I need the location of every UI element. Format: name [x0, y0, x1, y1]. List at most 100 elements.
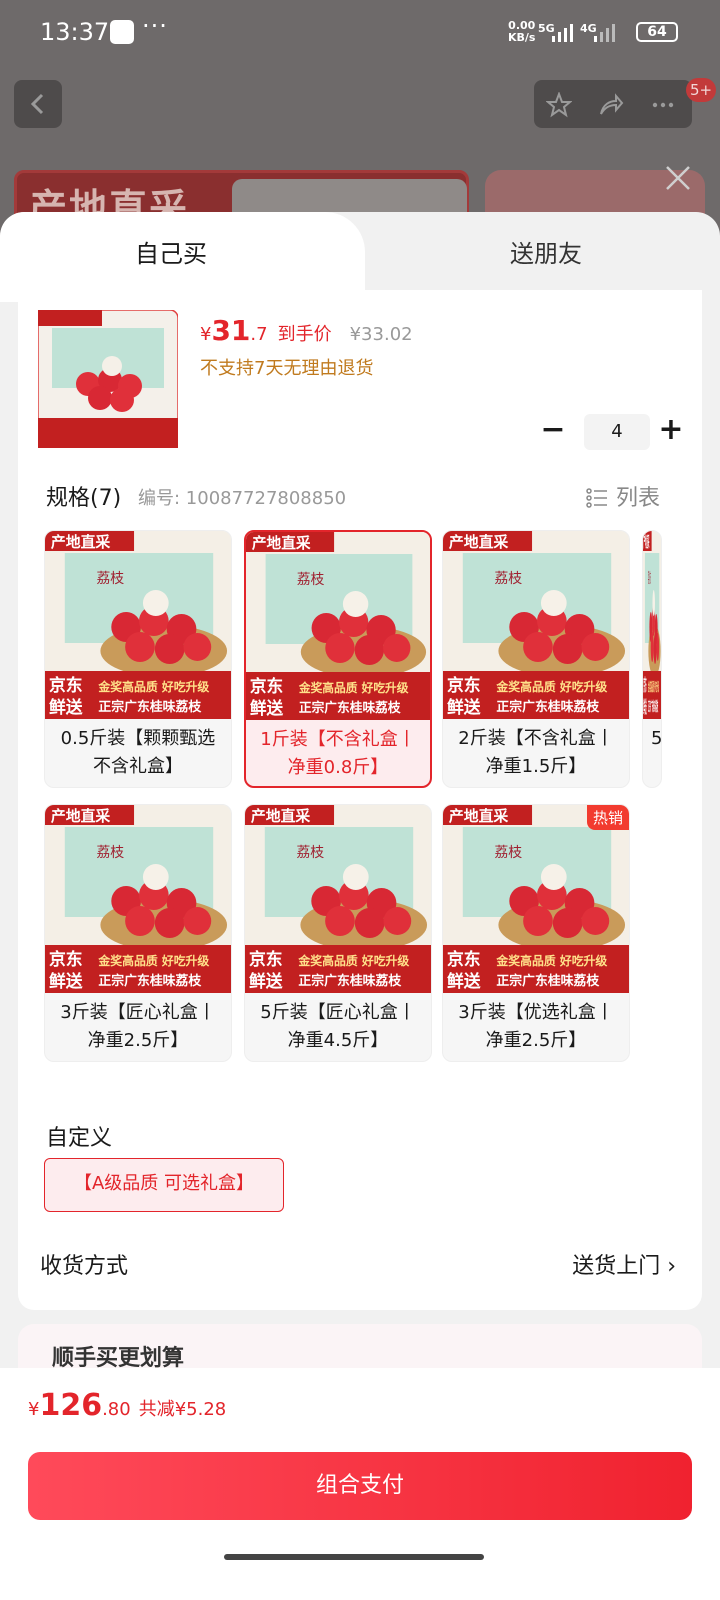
svg-text:金奖高品质 好吃升级: 金奖高品质 好吃升级 — [648, 680, 659, 695]
tab-bar: 自己买 送朋友 — [0, 212, 720, 302]
shipping-label: 收货方式 — [40, 1254, 129, 1279]
spec-option[interactable]: 产地直采荔枝京东 鲜送 金奖高品质 好吃升级 正宗广东桂味荔枝 3斤装【优选礼盒丨净重2… — [442, 804, 630, 1062]
spec-option-label: 0.5斤装【颗颗甄选 不含礼盒】 — [60, 728, 216, 777]
spec-option[interactable]: 产地直采荔枝京东 鲜送 金奖高品质 好吃升级 正宗广东桂味荔枝 0.5斤装【颗颗甄选 不… — [44, 530, 232, 788]
svg-text:金奖高品质 好吃升级: 金奖高品质 好吃升级 — [495, 680, 607, 694]
svg-text:鲜送: 鲜送 — [447, 697, 481, 717]
status-time: 13:37 — [40, 18, 110, 46]
checkout-footer: ¥126.80 共减¥5.28 组合支付 — [0, 1368, 720, 1600]
svg-text:荔枝: 荔枝 — [296, 845, 324, 861]
spec-title: 规格(7) — [46, 486, 122, 511]
svg-text:京东: 京东 — [250, 676, 283, 696]
svg-text:荔枝: 荔枝 — [96, 571, 124, 587]
svg-text:正宗广东桂味荔枝: 正宗广东桂味荔枝 — [299, 700, 401, 716]
svg-text:京东: 京东 — [49, 949, 83, 969]
custom-option-chip[interactable]: 【A级品质 可选礼盒】 — [44, 1158, 284, 1212]
svg-text:正宗广东桂味荔枝: 正宗广东桂味荔枝 — [98, 699, 202, 715]
recorder-icon — [110, 20, 134, 44]
home-indicator[interactable] — [224, 1554, 484, 1560]
svg-text:鲜送: 鲜送 — [250, 698, 283, 718]
svg-text:京东: 京东 — [447, 949, 481, 969]
svg-text:荔枝: 荔枝 — [96, 845, 124, 861]
product-image: 产地直采荔枝京东鲜送金奖高品质 好吃升级正宗广东桂味荔枝 — [643, 531, 661, 719]
status-more-icon: ··· — [142, 12, 168, 40]
svg-text:产地直采: 产地直采 — [449, 807, 508, 825]
price-label: 到手价 — [277, 324, 332, 345]
spec-option-label: 5 — [651, 728, 662, 749]
product-image: 产地直采荔枝京东鲜送金奖高品质 好吃升级正宗广东桂味荔枝 — [443, 805, 629, 993]
svg-text:鲜送: 鲜送 — [49, 971, 83, 991]
svg-text:鲜送: 鲜送 — [447, 971, 481, 991]
net-speed: 0.00 KB/s — [508, 19, 536, 44]
svg-text:正宗广东桂味荔枝: 正宗广东桂味荔枝 — [98, 973, 202, 989]
battery-icon: 64 — [636, 22, 678, 42]
signal-icon-2 — [594, 24, 615, 42]
svg-text:京东: 京东 — [249, 949, 283, 969]
spec-option-label: 2斤装【不含礼盒丨净重1.5斤】 — [458, 728, 614, 777]
hot-badge: 热销 — [586, 805, 629, 830]
list-icon — [586, 488, 607, 508]
spec-option[interactable]: 产地直采荔枝京东 鲜送 金奖高品质 好吃升级 正宗广东桂味荔枝 3斤装【匠心礼盒丨净重2… — [44, 804, 232, 1062]
decrease-button[interactable]: − — [538, 414, 568, 450]
product-thumbnail — [38, 310, 178, 448]
increase-button[interactable]: + — [656, 414, 686, 450]
svg-text:金奖高品质 好吃升级: 金奖高品质 好吃升级 — [97, 680, 209, 694]
original-price: ¥33.02 — [349, 324, 413, 345]
more-badge: 5+ — [686, 78, 717, 102]
svg-text:正宗广东桂味荔枝: 正宗广东桂味荔枝 — [496, 973, 600, 989]
svg-text:金奖高品质 好吃升级: 金奖高品质 好吃升级 — [495, 954, 607, 968]
svg-text:荔枝: 荔枝 — [494, 845, 522, 861]
return-policy-note: 不支持7天无理由退货 — [200, 358, 374, 379]
svg-text:京东: 京东 — [49, 675, 83, 695]
spec-option[interactable]: 产地直采 荔枝 京东 鲜送 金奖高品质 好吃升级 正宗广东桂味荔枝 5 — [642, 530, 662, 788]
spec-option[interactable]: 产地直采荔枝京东 鲜送 金奖高品质 好吃升级 正宗广东桂味荔枝 5斤装【匠心礼盒丨净重4… — [244, 804, 432, 1062]
spec-option[interactable]: 产地直采 荔枝 京东 鲜送 金奖高品质 好吃升级 正宗广东桂味荔枝 2斤装【不含礼盒丨净重1… — [442, 530, 630, 788]
product-image: 产地直采荔枝京东鲜送金奖高品质 好吃升级正宗广东桂味荔枝 — [246, 532, 430, 720]
svg-text:金奖高品质 好吃升级: 金奖高品质 好吃升级 — [298, 681, 409, 695]
svg-text:京东: 京东 — [643, 674, 646, 695]
saving-text: 共减¥5.28 — [138, 1399, 227, 1420]
product-image: 产地直采荔枝京东鲜送金奖高品质 好吃升级正宗广东桂味荔枝 — [45, 531, 231, 719]
star-icon[interactable] — [546, 92, 572, 118]
product-code: 编号: 10087727808850 — [138, 488, 347, 509]
svg-text:鲜送: 鲜送 — [249, 971, 283, 991]
tab-friend[interactable]: 送朋友 — [510, 234, 582, 269]
svg-text:正宗广东桂味荔枝: 正宗广东桂味荔枝 — [298, 973, 402, 989]
header-actions — [534, 80, 692, 128]
options-card: ¥31.7 到手价 ¥33.02 不支持7天无理由退货 − 4 + 规格(7) 编号… — [18, 290, 702, 1310]
tab-self[interactable]: 自己买 — [0, 212, 365, 302]
svg-text:荔枝: 荔枝 — [297, 572, 325, 588]
svg-text:金奖高品质 好吃升级: 金奖高品质 好吃升级 — [97, 954, 209, 968]
spec-option-label: 3斤装【优选礼盒丨净重2.5斤】 — [458, 1002, 614, 1051]
list-view-toggle[interactable]: 列表 — [586, 480, 660, 512]
svg-text:产地直采: 产地直采 — [449, 533, 508, 551]
svg-text:鲜送: 鲜送 — [643, 696, 646, 717]
chevron-left-icon — [30, 93, 44, 115]
svg-text:鲜送: 鲜送 — [49, 697, 83, 717]
total-price: ¥126.80 共减¥5.28 — [28, 1388, 227, 1423]
shipping-method[interactable]: 送货上门 › — [572, 1248, 676, 1280]
svg-text:荔枝: 荔枝 — [494, 571, 522, 587]
svg-text:产地直采: 产地直采 — [644, 533, 650, 551]
quantity-stepper: − 4 + — [538, 414, 688, 450]
spec-option-label: 3斤装【匠心礼盒丨净重2.5斤】 — [60, 1002, 216, 1051]
spec-option-label: 1斤装【不含礼盒丨净重0.8斤】 — [260, 729, 416, 778]
svg-text:产地直采: 产地直采 — [51, 807, 110, 825]
svg-text:产地直采: 产地直采 — [51, 533, 110, 551]
svg-text:金奖高品质 好吃升级: 金奖高品质 好吃升级 — [297, 954, 409, 968]
svg-text:正宗广东桂味荔枝: 正宗广东桂味荔枝 — [496, 699, 600, 715]
back-button[interactable] — [14, 80, 62, 128]
quantity-input[interactable]: 4 — [584, 414, 650, 450]
product-image: 产地直采荔枝京东鲜送金奖高品质 好吃升级正宗广东桂味荔枝 — [443, 531, 629, 719]
product-image: 产地直采荔枝京东鲜送金奖高品质 好吃升级正宗广东桂味荔枝 — [245, 805, 431, 993]
spec-option-label: 5斤装【匠心礼盒丨净重4.5斤】 — [260, 1002, 416, 1051]
spec-option[interactable]: 产地直采 荔枝 京东 鲜送 金奖高品质 好吃升级 正宗广东桂味荔枝 1斤装【不含礼盒丨净重0… — [244, 530, 432, 788]
share-icon[interactable] — [598, 92, 624, 118]
close-icon[interactable] — [664, 164, 692, 192]
product-image: 产地直采荔枝京东鲜送金奖高品质 好吃升级正宗广东桂味荔枝 — [45, 805, 231, 993]
svg-text:正宗广东桂味荔枝: 正宗广东桂味荔枝 — [648, 698, 658, 715]
combined-pay-button[interactable]: 组合支付 — [28, 1452, 692, 1520]
svg-text:产地直采: 产地直采 — [251, 807, 310, 825]
price-integer: 31 — [211, 314, 251, 347]
more-icon[interactable] — [650, 92, 676, 118]
